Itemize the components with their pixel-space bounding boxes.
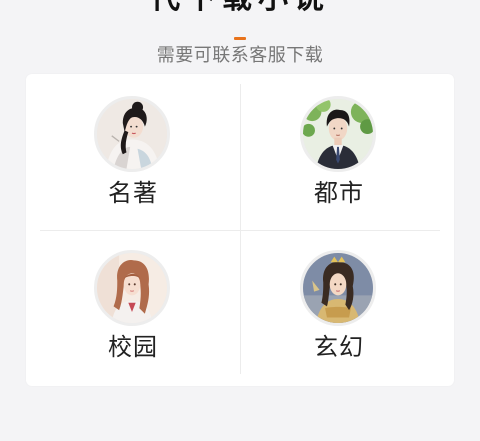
suited-man-portrait-icon: [303, 99, 373, 169]
fantasy-heroine-portrait-icon: [303, 253, 373, 323]
classics-avatar: [94, 96, 170, 172]
ancient-lady-portrait-icon: [97, 99, 167, 169]
category-classics[interactable]: 名著: [26, 74, 226, 224]
schoolgirl-portrait-icon: [97, 253, 167, 323]
category-label: 校园: [108, 333, 158, 361]
page-subtitle: 需要可联系客服下载: [156, 45, 324, 66]
page-title: 代下载小说: [0, 0, 480, 16]
category-card: 名著 都市 校园 玄幻: [26, 74, 454, 386]
category-fantasy[interactable]: 玄幻: [232, 228, 432, 378]
novel-download-page: 代下载小说 需要可联系客服下载: [0, 0, 480, 441]
category-label: 都市: [314, 179, 364, 207]
campus-avatar: [94, 250, 170, 326]
category-campus[interactable]: 校园: [26, 228, 226, 378]
category-urban[interactable]: 都市: [232, 74, 432, 224]
category-label: 名著: [108, 179, 158, 207]
fantasy-avatar: [300, 250, 376, 326]
category-label: 玄幻: [314, 333, 364, 361]
title-accent-dash: [234, 37, 246, 40]
urban-avatar: [300, 96, 376, 172]
